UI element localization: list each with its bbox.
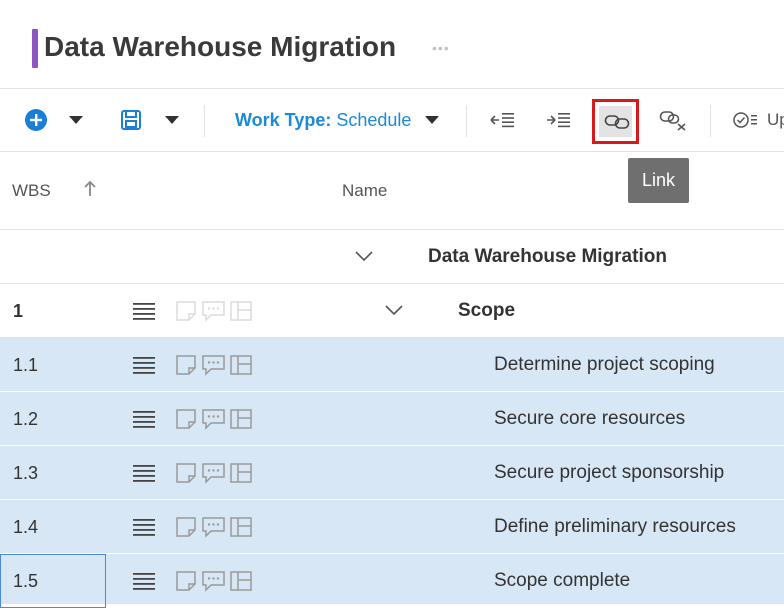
row-indicator-icons [175, 516, 253, 538]
wbs-cell[interactable]: 1.4 [13, 500, 38, 554]
unlink-icon [659, 111, 686, 131]
board-icon[interactable] [229, 516, 253, 538]
task-name[interactable]: Define preliminary resources [494, 500, 736, 554]
task-name[interactable]: Determine project scoping [494, 338, 715, 392]
row-indicator-icons [175, 462, 253, 484]
save-icon [121, 110, 141, 130]
unlink-button[interactable] [658, 89, 688, 151]
wbs-cell[interactable]: 1 [13, 284, 23, 338]
task-name[interactable]: Secure core resources [494, 392, 685, 446]
row-indicator-icons [175, 354, 253, 376]
column-header-wbs[interactable]: WBS [12, 181, 51, 201]
comment-icon[interactable] [201, 408, 227, 430]
comment-icon[interactable] [201, 516, 227, 538]
link-button[interactable] [592, 99, 639, 144]
note-icon[interactable] [175, 570, 199, 592]
toolbar-divider [466, 105, 467, 137]
table-row[interactable]: Data Warehouse Migration [0, 230, 784, 284]
task-name[interactable]: Scope [458, 284, 515, 338]
wbs-cell[interactable]: 1.5 [13, 554, 38, 608]
sort-ascending-icon[interactable] [83, 180, 97, 198]
chevron-down-icon[interactable] [354, 249, 374, 263]
chevron-down-icon [165, 116, 179, 124]
note-icon[interactable] [175, 354, 199, 376]
table-row[interactable]: 1.3 Secure project sponsorship [0, 446, 784, 500]
add-task-dropdown[interactable] [64, 89, 88, 151]
title-accent-bar [32, 29, 38, 68]
comment-icon[interactable] [201, 300, 227, 322]
chevron-down-icon [425, 116, 440, 124]
work-type-value: Schedule [336, 109, 412, 130]
board-icon[interactable] [229, 408, 253, 430]
indent-button[interactable] [544, 89, 572, 151]
board-icon[interactable] [229, 570, 253, 592]
row-indicator-icons [175, 300, 253, 322]
board-icon[interactable] [229, 300, 253, 322]
outdent-icon [490, 113, 514, 128]
wbs-cell[interactable]: 1.2 [13, 392, 38, 446]
table-row[interactable]: 1 Scope [0, 284, 784, 338]
comment-icon[interactable] [201, 570, 227, 592]
chevron-down-icon[interactable] [384, 303, 404, 317]
outdent-button[interactable] [488, 89, 516, 151]
task-name[interactable]: Secure project sponsorship [494, 446, 724, 500]
row-menu-icon[interactable] [133, 519, 155, 536]
comment-icon[interactable] [201, 354, 227, 376]
row-indicator-icons [175, 570, 253, 592]
task-name[interactable]: Data Warehouse Migration [428, 230, 667, 284]
link-tooltip: Link [628, 158, 689, 203]
save-dropdown[interactable] [160, 89, 184, 151]
row-menu-icon[interactable] [133, 303, 155, 320]
update-button[interactable] [730, 89, 760, 151]
page-title[interactable]: Data Warehouse Migration [44, 31, 396, 63]
note-icon[interactable] [175, 462, 199, 484]
comment-icon[interactable] [201, 462, 227, 484]
row-menu-icon[interactable] [133, 411, 155, 428]
table-row[interactable]: 1.2 Secure core resources [0, 392, 784, 446]
board-icon[interactable] [229, 354, 253, 376]
link-icon [604, 115, 630, 129]
column-header-name[interactable]: Name [342, 181, 387, 201]
update-label[interactable]: Up [767, 89, 784, 151]
note-icon[interactable] [175, 408, 199, 430]
table-row[interactable]: 1.4 Define preliminary resources [0, 500, 784, 554]
project-header: Data Warehouse Migration ••• [0, 0, 784, 88]
save-button[interactable] [118, 89, 144, 151]
row-menu-icon[interactable] [133, 573, 155, 590]
indent-icon [547, 113, 570, 128]
chevron-down-icon [69, 116, 83, 124]
work-type-label: Work Type: [235, 109, 332, 130]
task-name[interactable]: Scope complete [494, 554, 630, 608]
table-row[interactable]: 1.1 Determine project scoping [0, 338, 784, 392]
check-list-icon [733, 112, 757, 128]
toolbar-divider [204, 105, 205, 137]
plus-circle-icon [25, 109, 47, 131]
work-type-selector[interactable]: Work Type: Schedule [235, 89, 440, 151]
row-indicator-icons [175, 408, 253, 430]
table-row[interactable]: 1.5 Scope complete [0, 554, 784, 608]
wbs-cell[interactable]: 1.1 [13, 338, 38, 392]
row-menu-icon[interactable] [133, 357, 155, 374]
note-icon[interactable] [175, 300, 199, 322]
board-icon[interactable] [229, 462, 253, 484]
note-icon[interactable] [175, 516, 199, 538]
row-menu-icon[interactable] [133, 465, 155, 482]
toolbar: Work Type: Schedule U [0, 88, 784, 152]
toolbar-divider [710, 105, 711, 137]
wbs-cell[interactable]: 1.3 [13, 446, 38, 500]
more-options-icon[interactable]: ••• [432, 40, 450, 56]
add-task-button[interactable] [22, 89, 50, 151]
